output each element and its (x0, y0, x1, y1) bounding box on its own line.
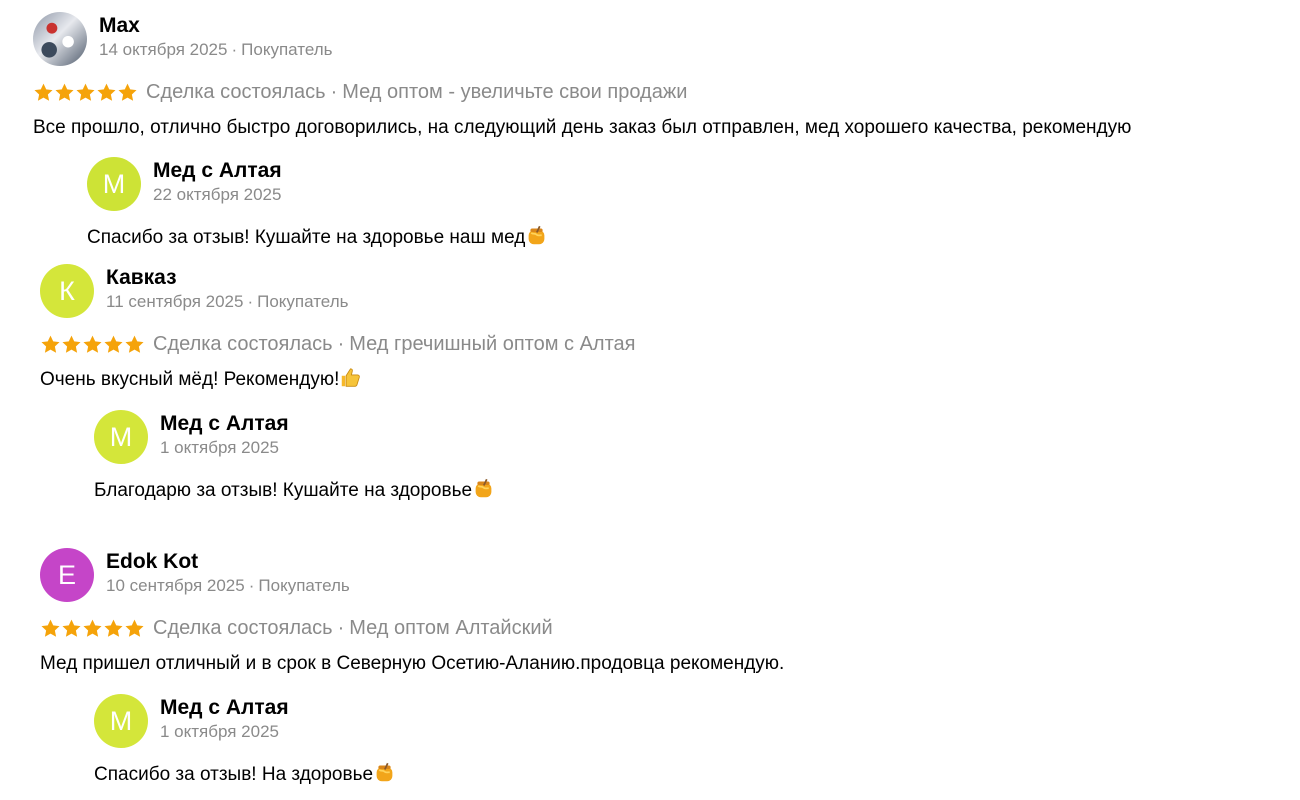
separator-dot: · (247, 292, 254, 311)
reply-header: М Мед с Алтая 1 октября 2025 (94, 410, 494, 464)
separator-dot: · (337, 333, 345, 355)
review-subline: 11 сентября 2025 · Покупатель (106, 291, 348, 313)
deal-status: Сделка состоялась (153, 617, 333, 639)
avatar[interactable]: М (87, 157, 141, 211)
review-text: Мед пришел отличный и в срок в Северную … (40, 653, 785, 674)
seller-name[interactable]: Мед с Алтая (160, 695, 289, 721)
reply-date: 1 октября 2025 (160, 438, 279, 457)
avatar-letter: М (102, 168, 126, 199)
deal-status: Сделка состоялась (153, 333, 333, 355)
author-name[interactable]: Edok Kot (106, 549, 350, 575)
star-icon (75, 82, 96, 103)
seller-reply: М Мед с Алтая 1 октября 2025 Благодарю з… (94, 410, 494, 504)
avatar[interactable]: К (40, 264, 94, 318)
reply-date: 22 октября 2025 (153, 185, 282, 204)
review-subline: 14 октября 2025 · Покупатель (99, 39, 333, 61)
review-date: 10 сентября 2025 (106, 576, 245, 595)
reply-text: Спасибо за отзыв! Кушайте на здоровье на… (87, 225, 547, 251)
review-card: К Кавказ 11 сентября 2025 · Покупатель Сде… (40, 264, 635, 393)
seller-reply: М Мед с Алтая 1 октября 2025 Спасибо за … (94, 694, 395, 788)
review-text: Очень вкусный мёд! Рекомендую! (40, 367, 635, 393)
honey-pot-icon (526, 225, 547, 246)
star-icon (61, 618, 82, 639)
author-name[interactable]: Кавказ (106, 265, 348, 291)
star-icon (117, 82, 138, 103)
review-header: Max 14 октября 2025 · Покупатель (33, 12, 1131, 66)
star-icon (33, 82, 54, 103)
review-date: 14 октября 2025 (99, 40, 228, 59)
review-text: Все прошло, отлично быстро договорились,… (33, 117, 1132, 138)
avatar-letter: E (57, 559, 76, 590)
star-icon (124, 618, 145, 639)
avatar[interactable] (33, 12, 87, 66)
review-card: Max 14 октября 2025 · Покупатель Сделка со… (33, 12, 1131, 141)
deal-status: Сделка состоялась (146, 81, 326, 103)
star-rating (33, 82, 138, 103)
star-icon (124, 334, 145, 355)
star-rating (40, 618, 145, 639)
review-meta: Max 14 октября 2025 · Покупатель (99, 12, 333, 61)
star-rating (40, 334, 145, 355)
star-icon (40, 334, 61, 355)
review-header: E Edok Kot 10 сентября 2025 · Покупатель (40, 548, 784, 602)
separator-dot: · (337, 617, 345, 639)
star-icon (96, 82, 117, 103)
rating-line: Сделка состоялась · Мед оптом - увеличьте … (33, 79, 1131, 105)
reply-text-content: Благодарю за отзыв! Кушайте на здоровье (94, 480, 473, 501)
separator-dot: · (330, 81, 338, 103)
reply-text: Благодарю за отзыв! Кушайте на здоровье (94, 478, 494, 504)
separator-dot: · (248, 576, 255, 595)
review-subline: 10 сентября 2025 · Покупатель (106, 575, 350, 597)
reply-meta: Мед с Алтая 22 октября 2025 (153, 157, 282, 206)
product-link[interactable]: Мед гречишный оптом с Алтая (349, 331, 635, 357)
reply-meta: Мед с Алтая 1 октября 2025 (160, 694, 289, 743)
separator-dot: · (231, 40, 238, 59)
star-icon (54, 82, 75, 103)
review-card: E Edok Kot 10 сентября 2025 · Покупатель С… (40, 548, 784, 677)
author-role: Покупатель (257, 292, 349, 311)
author-name[interactable]: Max (99, 13, 333, 39)
reviews-page: Max 14 октября 2025 · Покупатель Сделка со… (0, 0, 1300, 800)
reply-text: Спасибо за отзыв! На здоровье (94, 762, 395, 788)
thumbs-up-icon (340, 367, 361, 388)
avatar[interactable]: М (94, 694, 148, 748)
reply-date: 1 октября 2025 (160, 722, 279, 741)
author-role: Покупатель (241, 40, 333, 59)
avatar[interactable]: М (94, 410, 148, 464)
review-meta: Кавказ 11 сентября 2025 · Покупатель (106, 264, 348, 313)
star-icon (61, 334, 82, 355)
rating-line: Сделка состоялась · Мед гречишный оптом с … (40, 331, 635, 357)
product-link[interactable]: Мед оптом Алтайский (349, 615, 552, 641)
seller-reply: М Мед с Алтая 22 октября 2025 Спасибо за… (87, 157, 547, 251)
product-link[interactable]: Мед оптом - увеличьте свои продажи (342, 79, 687, 105)
review-date: 11 сентября 2025 (106, 292, 244, 311)
star-icon (103, 334, 124, 355)
star-icon (82, 334, 103, 355)
rating-line: Сделка состоялась · Мед оптом Алтайский (40, 615, 784, 641)
avatar[interactable]: E (40, 548, 94, 602)
reply-meta: Мед с Алтая 1 октября 2025 (160, 410, 289, 459)
review-header: К Кавказ 11 сентября 2025 · Покупатель (40, 264, 635, 318)
author-role: Покупатель (258, 576, 350, 595)
star-icon (82, 618, 103, 639)
avatar-letter: К (59, 275, 75, 306)
review-text-content: Очень вкусный мёд! Рекомендую! (40, 369, 340, 390)
review-meta: Edok Kot 10 сентября 2025 · Покупатель (106, 548, 350, 597)
seller-name[interactable]: Мед с Алтая (160, 411, 289, 437)
reply-text-content: Спасибо за отзыв! Кушайте на здоровье на… (87, 227, 526, 248)
star-icon (40, 618, 61, 639)
honey-pot-icon (374, 762, 395, 783)
avatar-letter: М (109, 705, 133, 736)
honey-pot-icon (473, 478, 494, 499)
reply-header: М Мед с Алтая 1 октября 2025 (94, 694, 395, 748)
seller-name[interactable]: Мед с Алтая (153, 158, 282, 184)
reply-header: М Мед с Алтая 22 октября 2025 (87, 157, 547, 211)
star-icon (103, 618, 124, 639)
avatar-letter: М (109, 421, 133, 452)
reply-text-content: Спасибо за отзыв! На здоровье (94, 764, 374, 785)
